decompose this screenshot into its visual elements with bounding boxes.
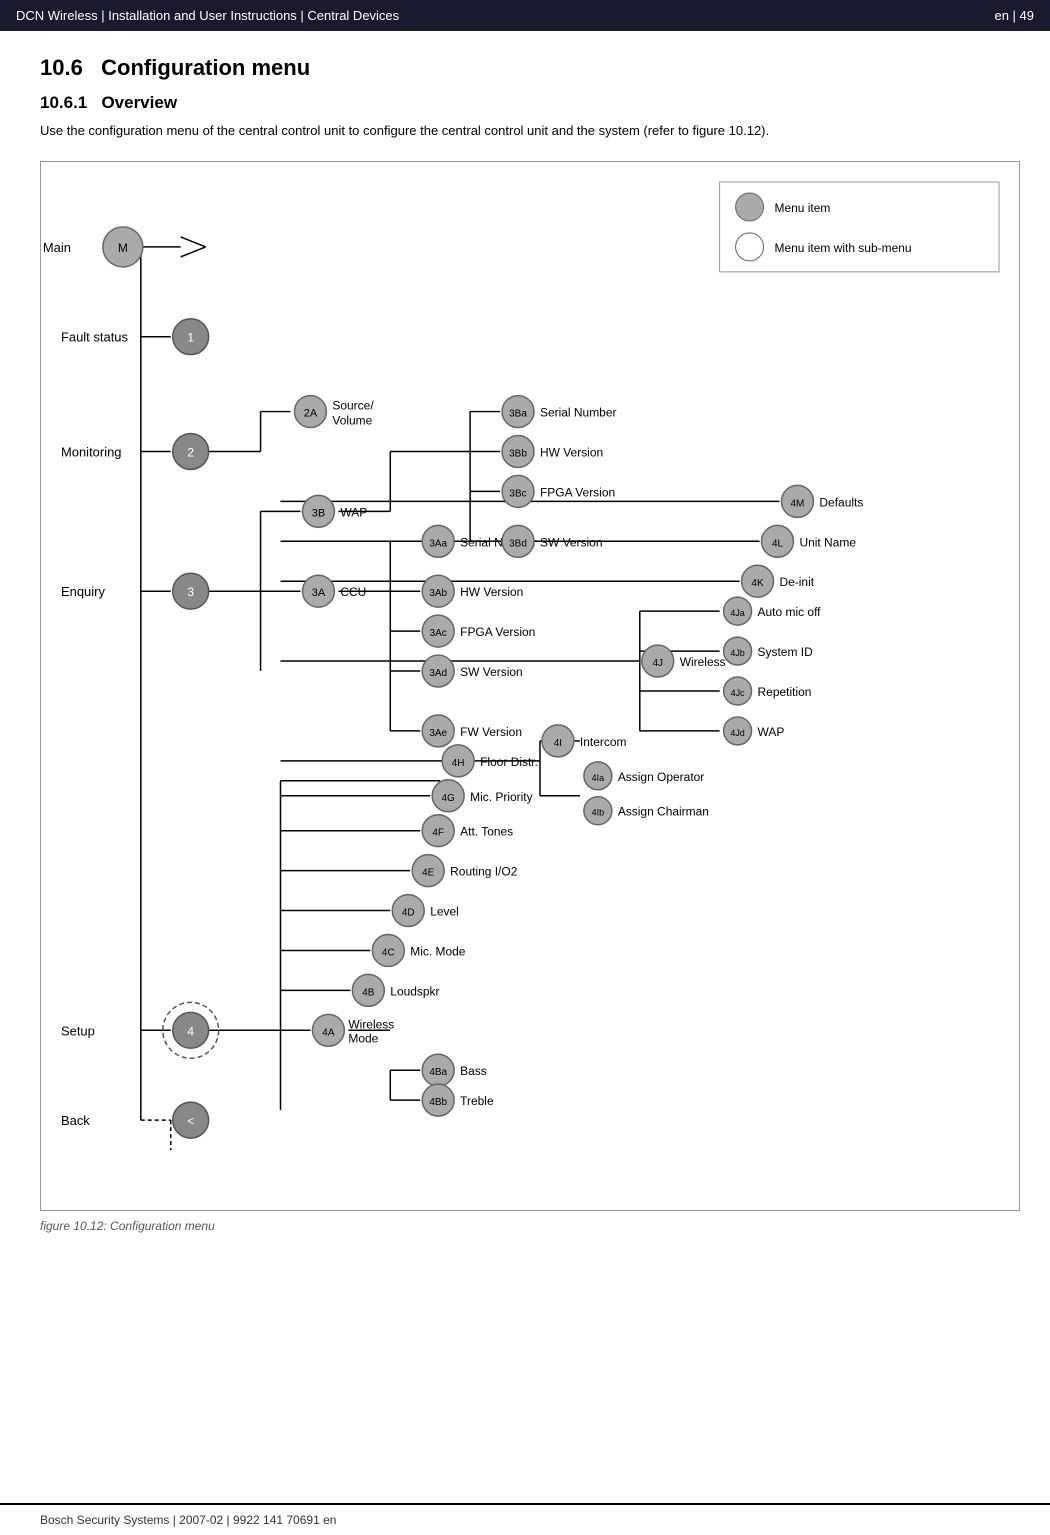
svg-text:Serial Number: Serial Number	[540, 405, 617, 419]
svg-text:4H: 4H	[452, 757, 465, 768]
svg-text:Source/: Source/	[332, 398, 374, 412]
svg-text:Menu item with sub-menu: Menu item with sub-menu	[775, 240, 912, 254]
diagram-container: Menu item Menu item with sub-menu	[40, 161, 1020, 1211]
svg-text:HW Version: HW Version	[540, 445, 603, 459]
svg-text:Loudspkr: Loudspkr	[390, 984, 439, 998]
svg-text:Fault status: Fault status	[61, 329, 129, 344]
svg-text:4Ba: 4Ba	[429, 1067, 447, 1078]
svg-text:Mic. Mode: Mic. Mode	[410, 944, 466, 958]
svg-text:Monitoring: Monitoring	[61, 444, 122, 459]
svg-text:WAP: WAP	[758, 724, 785, 738]
svg-text:3: 3	[187, 585, 194, 599]
svg-text:4K: 4K	[751, 578, 764, 589]
svg-text:3Bd: 3Bd	[509, 538, 527, 549]
svg-text:Treble: Treble	[460, 1094, 494, 1108]
svg-text:3Bc: 3Bc	[509, 488, 526, 499]
svg-text:WAP: WAP	[340, 505, 367, 519]
svg-text:3Ae: 3Ae	[429, 727, 447, 738]
svg-text:FW Version: FW Version	[460, 724, 522, 738]
intro-text: Use the configuration menu of the centra…	[40, 121, 1010, 141]
section-title: 10.6 Configuration menu	[40, 55, 1010, 81]
svg-text:4D: 4D	[402, 907, 415, 918]
svg-text:Setup: Setup	[61, 1023, 95, 1038]
svg-text:<: <	[187, 1114, 194, 1128]
header-page: en | 49	[994, 8, 1034, 23]
svg-text:4F: 4F	[432, 827, 444, 838]
svg-text:4: 4	[187, 1024, 194, 1038]
svg-text:Intercom: Intercom	[580, 734, 627, 748]
svg-text:3Ac: 3Ac	[430, 628, 447, 639]
svg-text:Main: Main	[43, 239, 71, 254]
footer: Bosch Security Systems | 2007-02 | 9922 …	[0, 1503, 1050, 1535]
svg-text:De-init: De-init	[779, 575, 814, 589]
svg-text:Auto mic off: Auto mic off	[758, 605, 822, 619]
svg-text:3Ba: 3Ba	[509, 408, 527, 419]
svg-text:Volume: Volume	[332, 413, 372, 427]
svg-text:1: 1	[187, 330, 194, 344]
svg-text:4Ja: 4Ja	[730, 608, 744, 618]
svg-text:4Ia: 4Ia	[592, 772, 604, 782]
svg-text:Wireless: Wireless	[348, 1017, 394, 1031]
svg-text:Level: Level	[430, 904, 459, 918]
svg-text:4J: 4J	[652, 658, 663, 669]
svg-text:4I: 4I	[554, 737, 562, 748]
svg-text:3Ad: 3Ad	[429, 668, 447, 679]
svg-text:2: 2	[187, 445, 194, 459]
svg-text:Enquiry: Enquiry	[61, 584, 105, 599]
svg-text:3Bb: 3Bb	[509, 448, 527, 459]
svg-text:SW Version: SW Version	[460, 665, 523, 679]
header: DCN Wireless | Installation and User Ins…	[0, 0, 1050, 31]
svg-text:System ID: System ID	[758, 645, 814, 659]
svg-text:4B: 4B	[362, 987, 375, 998]
svg-text:2A: 2A	[304, 407, 318, 419]
figure-caption: figure 10.12: Configuration menu	[40, 1219, 1010, 1233]
svg-text:4E: 4E	[422, 867, 435, 878]
svg-text:4G: 4G	[442, 792, 456, 803]
svg-text:Assign Operator: Assign Operator	[618, 769, 704, 783]
svg-text:3B: 3B	[312, 507, 325, 519]
svg-text:Unit Name: Unit Name	[799, 535, 856, 549]
svg-text:3Aa: 3Aa	[429, 538, 447, 549]
svg-text:4C: 4C	[382, 947, 395, 958]
svg-text:4A: 4A	[322, 1027, 335, 1038]
svg-text:FPGA Version: FPGA Version	[540, 485, 615, 499]
svg-text:4M: 4M	[791, 498, 805, 509]
svg-text:4Jd: 4Jd	[730, 727, 744, 737]
svg-text:Wireless: Wireless	[680, 655, 726, 669]
svg-text:Menu item: Menu item	[775, 200, 831, 214]
svg-text:Mic. Priority: Mic. Priority	[470, 789, 533, 803]
svg-text:M: M	[118, 240, 128, 254]
svg-text:FPGA Version: FPGA Version	[460, 625, 535, 639]
svg-text:4L: 4L	[772, 538, 784, 549]
svg-text:CCU: CCU	[340, 585, 366, 599]
svg-text:Floor Distr.: Floor Distr.	[480, 754, 538, 768]
svg-text:Assign Chairman: Assign Chairman	[618, 804, 709, 818]
svg-text:Att. Tones: Att. Tones	[460, 824, 513, 838]
subsection-title: 10.6.1 Overview	[40, 93, 1010, 113]
svg-text:Back: Back	[61, 1113, 90, 1128]
svg-text:SW Version: SW Version	[540, 535, 603, 549]
svg-text:4Jb: 4Jb	[730, 648, 744, 658]
svg-text:3A: 3A	[312, 587, 326, 599]
svg-text:4Jc: 4Jc	[731, 687, 745, 697]
svg-text:4Bb: 4Bb	[429, 1097, 447, 1108]
svg-text:3Ab: 3Ab	[429, 588, 447, 599]
svg-text:Bass: Bass	[460, 1064, 487, 1078]
svg-text:Defaults: Defaults	[819, 495, 863, 509]
header-title: DCN Wireless | Installation and User Ins…	[16, 8, 399, 23]
svg-text:4Ib: 4Ib	[592, 807, 604, 817]
svg-text:Routing I/O2: Routing I/O2	[450, 864, 518, 878]
svg-text:Repetition: Repetition	[758, 684, 812, 698]
svg-text:HW Version: HW Version	[460, 585, 523, 599]
svg-text:Mode: Mode	[348, 1031, 378, 1045]
